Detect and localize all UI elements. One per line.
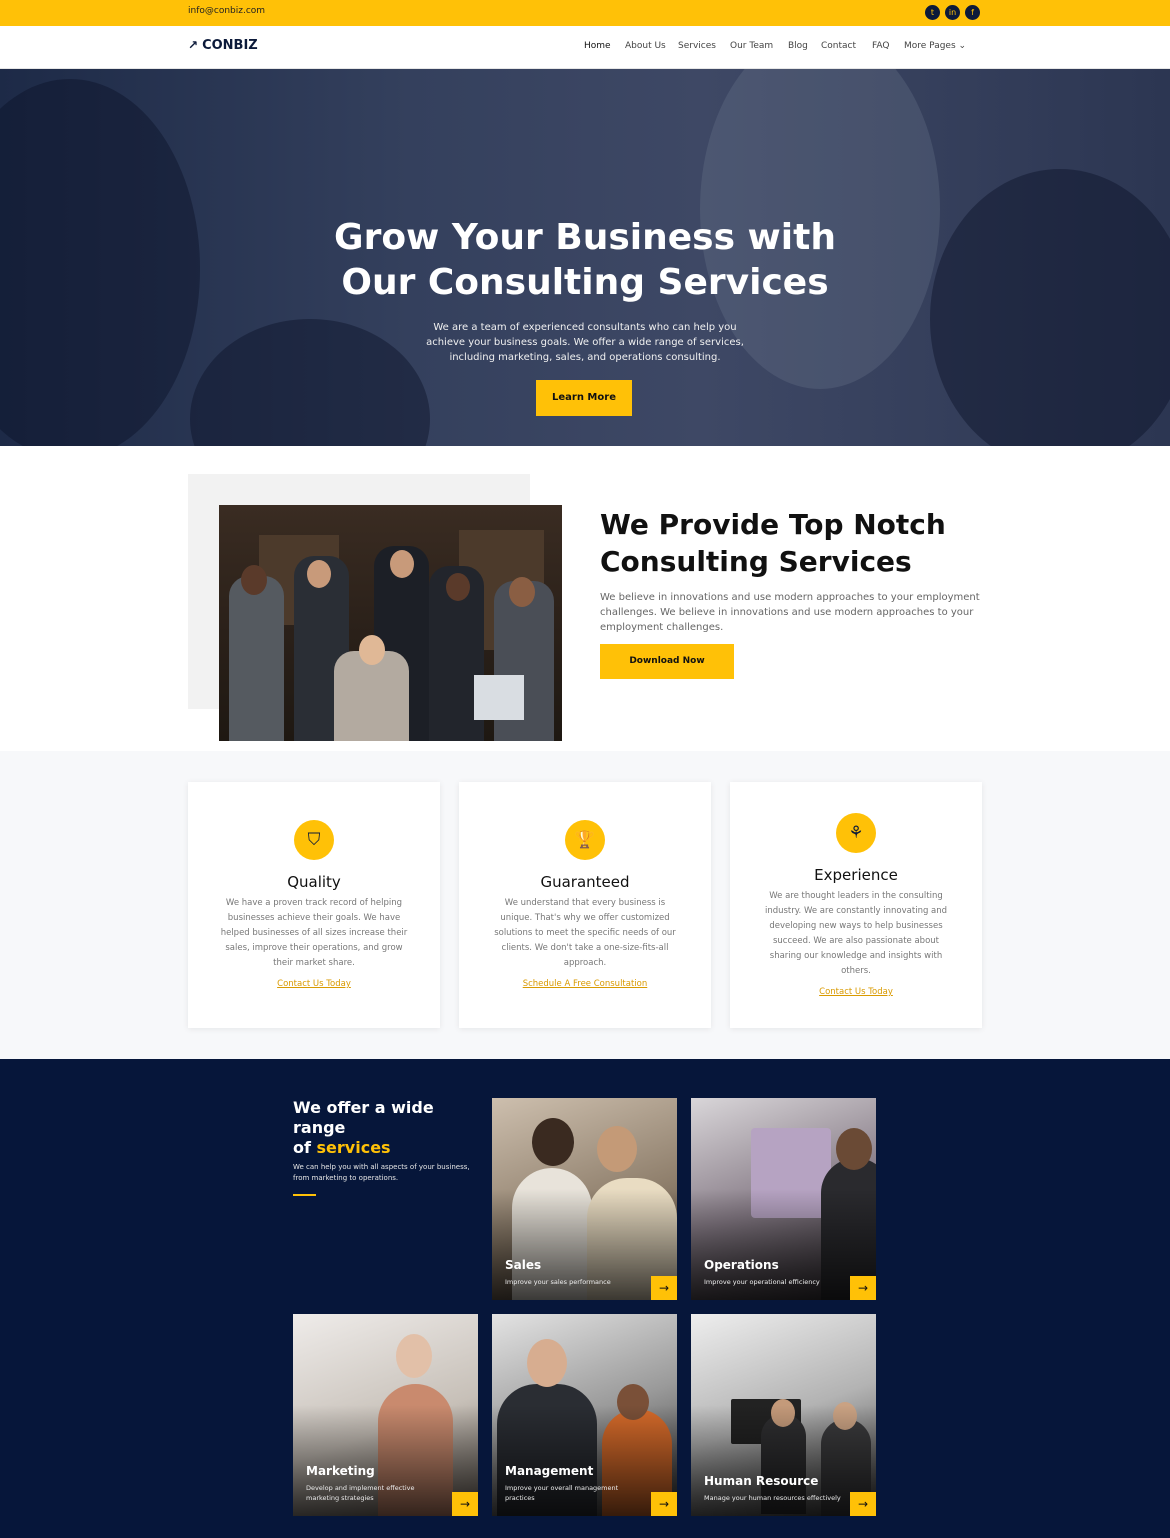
hero-title-line1: Grow Your Business with — [334, 217, 836, 258]
contact-email[interactable]: info@conbiz.com — [188, 6, 265, 16]
services-title-highlight: services — [316, 1138, 391, 1157]
twitter-icon[interactable]: t — [925, 5, 940, 20]
nav-more-pages[interactable]: More Pages ⌄ — [904, 41, 966, 51]
learn-more-button[interactable]: Learn More — [536, 380, 632, 416]
arrow-right-icon[interactable]: → — [850, 1492, 876, 1516]
nav-about-us[interactable]: About Us — [625, 41, 666, 51]
nav-our-team[interactable]: Our Team — [730, 41, 773, 51]
arrow-right-icon[interactable]: → — [452, 1492, 478, 1516]
hero-bg-board — [930, 169, 1170, 446]
hero-title: Grow Your Business with Our Consulting Se… — [285, 215, 885, 305]
feature-description: We have a proven track record of helping… — [220, 898, 408, 968]
nav-more-pages-label: More Pages — [904, 41, 956, 51]
site-logo[interactable]: ↗ CONBIZ — [188, 38, 258, 53]
trophy-icon: 🏆 — [565, 820, 605, 860]
feature-title: Guaranteed — [540, 873, 630, 891]
service-tile-sales[interactable]: Sales Improve your sales performance → — [492, 1098, 677, 1300]
services-title-part1: We offer a wide range — [293, 1098, 434, 1137]
team-photo — [219, 505, 562, 741]
hero-section: Grow Your Business with Our Consulting Se… — [0, 69, 1170, 446]
service-title: Operations — [704, 1258, 779, 1272]
services-title: We offer a wide range of services — [293, 1098, 483, 1158]
logo-text: CONBIZ — [202, 38, 258, 53]
trend-up-icon: ↗ — [188, 38, 199, 52]
feature-card-guaranteed: 🏆 Guaranteed We understand that every bu… — [459, 782, 711, 1028]
hero-title-line2: Our Consulting Services — [341, 262, 829, 303]
feature-card-experience: ⚘ Experience We are thought leaders in t… — [730, 782, 982, 1028]
hero-body-line2: achieve your business goals. We offer a … — [426, 337, 744, 348]
feature-description: We are thought leaders in the consulting… — [764, 891, 948, 976]
services-title-part2: of — [293, 1138, 317, 1157]
service-title: Management — [505, 1464, 594, 1478]
services-subtitle: We can help you with all aspects of your… — [293, 1163, 470, 1182]
nav-contact[interactable]: Contact — [821, 41, 856, 51]
main-navbar: ↗ CONBIZ Home About Us Services Our Team … — [0, 26, 1170, 69]
linkedin-icon[interactable]: in — [945, 5, 960, 20]
about-title-line1: We Provide Top Notch — [600, 508, 946, 541]
about-description: We believe in innovations and use modern… — [600, 592, 980, 633]
service-description: Develop and implement effective marketin… — [306, 1484, 415, 1502]
services-divider — [293, 1194, 316, 1196]
nav-home[interactable]: Home — [584, 41, 611, 51]
service-description: Improve your sales performance — [505, 1278, 611, 1286]
about-title: We Provide Top Notch Consulting Services — [600, 506, 980, 580]
service-description: Manage your human resources effectively — [704, 1494, 841, 1502]
hero-bg-figure-left — [0, 79, 200, 446]
service-description: Improve your overall management practice… — [505, 1484, 619, 1502]
chevron-down-icon: ⌄ — [958, 41, 967, 51]
download-now-button[interactable]: Download Now — [600, 644, 734, 679]
facebook-icon[interactable]: f — [965, 5, 980, 20]
nav-services[interactable]: Services — [678, 41, 716, 51]
arrow-right-icon[interactable]: → — [651, 1492, 677, 1516]
service-title: Sales — [505, 1258, 542, 1272]
nav-blog[interactable]: Blog — [788, 41, 808, 51]
service-tile-operations[interactable]: Operations Improve your operational effi… — [691, 1098, 876, 1300]
about-title-line2: Consulting Services — [600, 545, 912, 578]
contact-us-link[interactable]: Contact Us Today — [188, 979, 440, 989]
top-bar: info@conbiz.com t in f — [0, 0, 1170, 26]
feature-title: Experience — [814, 866, 898, 884]
arrow-right-icon[interactable]: → — [850, 1276, 876, 1300]
nav-faq[interactable]: FAQ — [872, 41, 889, 51]
service-title: Marketing — [306, 1464, 375, 1478]
hero-bg-figure-center — [190, 319, 430, 446]
services-heading-block: We offer a wide range of services We can … — [293, 1098, 483, 1196]
contact-us-link[interactable]: Contact Us Today — [730, 987, 982, 997]
hero-body-line3: including marketing, sales, and operatio… — [449, 352, 721, 363]
arrow-right-icon[interactable]: → — [651, 1276, 677, 1300]
plant-icon: ⚘ — [836, 813, 876, 853]
service-tile-management[interactable]: Management Improve your overall manageme… — [492, 1314, 677, 1516]
service-tile-human-resource[interactable]: Human Resource Manage your human resourc… — [691, 1314, 876, 1516]
shield-icon: ⛉ — [294, 820, 334, 860]
service-description: Improve your operational efficiency — [704, 1278, 820, 1286]
feature-description: We understand that every business is uni… — [494, 898, 676, 968]
feature-title: Quality — [287, 873, 341, 891]
schedule-consultation-link[interactable]: Schedule A Free Consultation — [459, 979, 711, 989]
hero-body-line1: We are a team of experienced consultants… — [433, 322, 737, 333]
feature-card-quality: ⛉ Quality We have a proven track record … — [188, 782, 440, 1028]
service-tile-marketing[interactable]: Marketing Develop and implement effectiv… — [293, 1314, 478, 1516]
service-title: Human Resource — [704, 1474, 819, 1488]
hero-description: We are a team of experienced consultants… — [420, 320, 750, 365]
